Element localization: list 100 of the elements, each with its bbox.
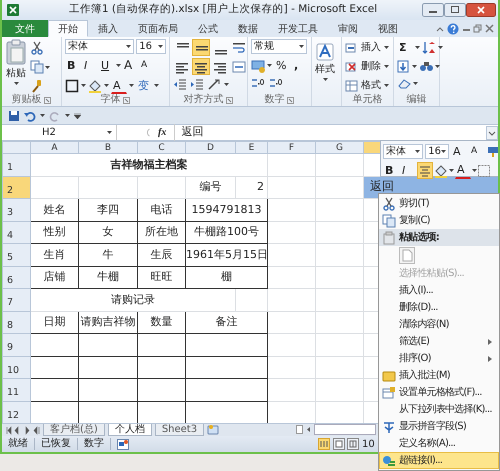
shrink-font-button[interactable]: A [139, 57, 155, 74]
group-label: 数字 [264, 94, 285, 106]
column-header[interactable]: F [268, 142, 316, 154]
table-cell: 2 [236, 176, 268, 198]
font-size-field[interactable]: 16 [425, 144, 449, 159]
group-label: 编辑 [406, 94, 426, 106]
status-text: 已恢复 [35, 438, 78, 450]
group-label: 字体 [100, 94, 121, 106]
name-box[interactable]: H2 [2, 125, 117, 140]
row-header[interactable]: 10 [2, 356, 30, 378]
file-tab[interactable]: 文件 [2, 20, 48, 37]
menu-item[interactable]: 插入(I)... [379, 282, 499, 299]
table-cell: 请购记录 [30, 288, 236, 311]
ribbon-tab[interactable]: 开始 [48, 20, 88, 37]
delete-button[interactable]: 删除 [359, 58, 383, 75]
menu-item[interactable]: 删除(D)... [379, 299, 499, 316]
table-cell: 1594791813 [186, 198, 268, 221]
ribbon-tab[interactable]: 视图 [368, 20, 408, 37]
table-cell: 旺旺 [138, 266, 186, 288]
phonetic-button[interactable]: 变 [136, 77, 152, 94]
table-cell: 女 [78, 221, 138, 244]
row-header[interactable]: 3 [2, 198, 30, 221]
comma-button[interactable]: , [292, 57, 308, 74]
font-size-field[interactable]: 16 [136, 39, 166, 54]
table-cell: 生肖 [30, 244, 78, 266]
bold-button[interactable]: B [65, 57, 81, 74]
group-label: 剪贴板 [12, 94, 42, 106]
font-name-field[interactable]: 宋体 [65, 39, 134, 54]
menu-item[interactable]: 复制(C) [379, 212, 499, 229]
insert-button[interactable]: 插入 [359, 39, 383, 56]
menu-item[interactable]: 显示拼音字段(S) [379, 418, 499, 435]
zoom-level[interactable]: 10 [362, 436, 376, 452]
bold-button[interactable]: B [383, 162, 399, 179]
paste-button[interactable]: 粘贴 [6, 66, 26, 81]
insert-function-button[interactable]: fx [158, 125, 166, 140]
italic-button[interactable]: I [82, 57, 98, 74]
table-cell: 牛 [78, 244, 138, 266]
ribbon-tab[interactable]: 公式 [188, 20, 228, 37]
table-cell: 吉祥物福主档案 [30, 154, 268, 176]
row-header[interactable]: 6 [2, 266, 30, 288]
italic-button[interactable]: I [400, 162, 416, 179]
group-label: 对齐方式 [184, 94, 224, 106]
table-cell: 1961年5月15日 [186, 244, 268, 266]
group-label: 单元格 [352, 94, 382, 106]
table-cell: 牛棚 [78, 266, 138, 288]
row-header[interactable]: 1 [2, 154, 30, 176]
table-cell: 数量 [138, 311, 186, 334]
column-header[interactable]: D [186, 142, 236, 154]
column-header[interactable]: A [30, 142, 78, 154]
font-color-button[interactable]: A [111, 77, 127, 94]
row-header[interactable]: 8 [2, 311, 30, 334]
status-text: 就绪 [2, 438, 35, 450]
row-header[interactable]: 4 [2, 221, 30, 244]
percent-button[interactable]: % [274, 57, 290, 74]
menu-item[interactable]: 插入批注(M) [379, 367, 499, 384]
table-cell: 生辰 [138, 244, 186, 266]
sheet-tab[interactable]: 客户档(总) [43, 424, 105, 436]
menu-item[interactable]: 定义名称(A)... [379, 435, 499, 452]
shrink-font-button[interactable]: A [469, 143, 485, 160]
window-title: 工作簿1 (自动保存的).xlsx [用户上次保存的] - Microsoft Excel [68, 2, 378, 18]
format-button[interactable]: 格式 [359, 77, 383, 94]
grow-font-button[interactable]: A [122, 57, 138, 74]
table-cell: 性别 [30, 221, 78, 244]
row-header[interactable]: 12 [2, 401, 30, 423]
table-cell: 牛棚路100号 [186, 221, 268, 244]
table-cell: 姓名 [30, 198, 78, 221]
column-header[interactable]: E [236, 142, 268, 154]
table-cell: 店铺 [30, 266, 78, 288]
ribbon-tab[interactable]: 审阅 [328, 20, 368, 37]
table-cell: 请购吉祥物 [78, 311, 138, 334]
status-text: 数字 [78, 438, 111, 450]
menu-item[interactable]: 超链接(I)... [379, 452, 499, 469]
menu-item[interactable]: 排序(O) [379, 350, 499, 367]
sheet-tab[interactable]: 个人档 [108, 424, 152, 436]
ribbon-tab[interactable]: 页面布局 [128, 20, 188, 37]
underline-button[interactable]: U [99, 57, 115, 74]
column-header[interactable]: B [78, 142, 138, 154]
menu-heading: 粘贴选项: [379, 229, 499, 246]
sheet-tab[interactable]: Sheet3 [154, 424, 204, 436]
ribbon-tab[interactable]: 开发工具 [268, 20, 328, 37]
row-header[interactable]: 5 [2, 244, 30, 266]
table-cell: 所在地 [138, 221, 186, 244]
row-header[interactable]: 2 [2, 176, 30, 198]
styles-button[interactable]: 样式 [315, 62, 335, 77]
column-header[interactable]: C [138, 142, 186, 154]
table-cell: 备注 [186, 311, 268, 334]
font-name-field[interactable]: 宋体 [383, 144, 424, 159]
font-color-button[interactable]: A [455, 162, 471, 179]
grow-font-button[interactable]: A [451, 143, 467, 160]
table-cell: 日期 [30, 311, 78, 334]
table-cell: 李四 [78, 198, 138, 221]
ribbon-tab[interactable]: 插入 [88, 20, 128, 37]
sum-button[interactable]: Σ [397, 39, 413, 56]
table-cell: 编号 [186, 176, 236, 198]
number-format-field[interactable]: 常规 [251, 39, 307, 54]
column-header[interactable]: G [316, 142, 364, 154]
row-header[interactable]: 9 [2, 334, 30, 356]
row-header[interactable]: 7 [2, 288, 30, 311]
ribbon-tab[interactable]: 数据 [228, 20, 268, 37]
row-header[interactable]: 11 [2, 378, 30, 401]
